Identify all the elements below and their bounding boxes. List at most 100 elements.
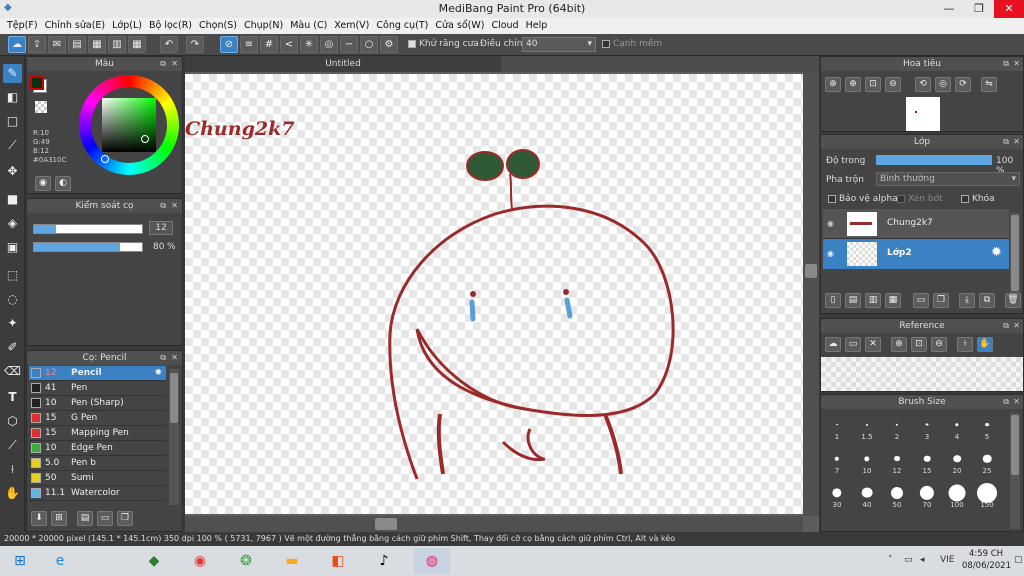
brush-size-value[interactable]: 12 bbox=[149, 221, 173, 235]
add-brush-icon[interactable]: ⬇ bbox=[31, 511, 47, 526]
redo-icon[interactable]: ↷ bbox=[186, 36, 204, 53]
float-icon[interactable]: ⧉ bbox=[160, 351, 166, 365]
merge-all-icon[interactable]: ⧉ bbox=[979, 293, 995, 308]
smooth-checkbox[interactable] bbox=[602, 39, 610, 48]
magic-wand-icon[interactable]: ✦ bbox=[3, 314, 22, 333]
chrome-icon[interactable]: ◉ bbox=[182, 548, 218, 574]
hue-handle[interactable] bbox=[101, 155, 109, 163]
brush-size-option[interactable]: 100 bbox=[942, 479, 972, 509]
antialias-option[interactable]: Khử răng cưa bbox=[408, 39, 479, 49]
merge-layer-icon[interactable]: ⤓ bbox=[959, 293, 975, 308]
float-icon[interactable]: ⧉ bbox=[160, 199, 166, 213]
brush-size-slider[interactable] bbox=[33, 224, 143, 234]
radial-snap-icon[interactable]: ✳ bbox=[300, 36, 318, 53]
brush-settings-gear-icon[interactable]: ✹ bbox=[154, 366, 162, 381]
eyedropper-icon[interactable]: ⟊ bbox=[957, 337, 973, 352]
menu-item[interactable]: Help bbox=[523, 18, 552, 34]
brush-size-option[interactable]: 10 bbox=[852, 445, 882, 475]
brush-size-option[interactable]: 3 bbox=[912, 411, 942, 441]
close-icon[interactable]: ✕ bbox=[171, 351, 178, 365]
office-icon[interactable]: ◧ bbox=[320, 548, 356, 574]
eyedropper-icon[interactable]: ⟊ bbox=[3, 460, 22, 479]
brush-size-option[interactable]: 150 bbox=[972, 479, 1002, 509]
brush-size-option[interactable]: 7 bbox=[822, 445, 852, 475]
menu-item[interactable]: Xem(V) bbox=[331, 18, 373, 34]
network-icon[interactable]: ▭ bbox=[904, 555, 913, 565]
brush-item[interactable]: 15 G Pen bbox=[29, 411, 166, 426]
minimize-icon[interactable]: — bbox=[934, 0, 964, 18]
blend-mode-select[interactable]: Bình thường ▾ bbox=[876, 172, 1020, 186]
snap-off-icon[interactable]: ⊘ bbox=[220, 36, 238, 53]
app-green-icon[interactable]: ❂ bbox=[228, 548, 264, 574]
layer-list-scrollbar[interactable] bbox=[1010, 213, 1020, 293]
brush-size-option[interactable]: 15 bbox=[912, 445, 942, 475]
brush-item[interactable]: 41 Pen bbox=[29, 381, 166, 396]
gradient-tool-icon[interactable]: ▣ bbox=[3, 238, 22, 257]
menu-item[interactable]: Lớp(L) bbox=[109, 18, 146, 34]
cloud-download-icon[interactable]: ☁ bbox=[825, 337, 841, 352]
menu-item[interactable]: Cloud bbox=[488, 18, 522, 34]
brush-item[interactable]: 50 Sumi bbox=[29, 471, 166, 486]
brush-opacity-slider[interactable] bbox=[33, 242, 143, 252]
brush-size-scrollbar[interactable] bbox=[1010, 413, 1020, 529]
color-history-icon[interactable]: ◐ bbox=[55, 176, 71, 191]
layer-settings-gear-icon[interactable]: ✹ bbox=[991, 245, 1002, 260]
hand-tool-icon[interactable]: ✋ bbox=[3, 484, 22, 503]
fill-rect-icon[interactable]: ■ bbox=[3, 190, 22, 209]
comment-icon[interactable]: ✉ bbox=[48, 36, 66, 53]
vanishing-snap-icon[interactable]: < bbox=[280, 36, 298, 53]
lock-checkbox[interactable] bbox=[961, 194, 969, 203]
bucket-tool-icon[interactable]: ◈ bbox=[3, 214, 22, 233]
menu-item[interactable]: Công cụ(T) bbox=[373, 18, 432, 34]
brush-size-option[interactable]: 2 bbox=[882, 411, 912, 441]
clock[interactable]: 4:59 CH 08/06/2021 bbox=[962, 548, 1011, 572]
brush-size-option[interactable]: 1.5 bbox=[852, 411, 882, 441]
layer-menu-icon[interactable]: ▦ bbox=[885, 293, 901, 308]
brush-size-option[interactable]: 1 bbox=[822, 411, 852, 441]
layer-opacity-slider[interactable] bbox=[876, 155, 992, 165]
medibang-taskbar-icon[interactable]: ◍ bbox=[414, 548, 450, 574]
zoom-out-icon[interactable]: ⊖ bbox=[931, 337, 947, 352]
rotate-right-icon[interactable]: ⟳ bbox=[955, 77, 971, 92]
menu-item[interactable]: Tệp(F) bbox=[4, 18, 42, 34]
new-halftone-layer-icon[interactable]: ▤ bbox=[845, 293, 861, 308]
drawing-canvas[interactable]: Chung2k7 bbox=[185, 74, 803, 514]
brush-size-option[interactable]: 30 bbox=[822, 479, 852, 509]
share-icon[interactable]: ⇪ bbox=[28, 36, 46, 53]
protect-alpha-option[interactable]: Bảo vệ alpha bbox=[828, 194, 898, 204]
brush-tool-icon[interactable]: ✎ bbox=[3, 64, 22, 83]
zoom-out-icon[interactable]: ⊖ bbox=[885, 77, 901, 92]
menu-item[interactable]: Bộ lọc(R) bbox=[146, 18, 196, 34]
canvas-vertical-scrollbar[interactable] bbox=[803, 72, 819, 516]
brush-size-option[interactable]: 50 bbox=[882, 479, 912, 509]
tab-untitled[interactable]: Untitled bbox=[185, 56, 501, 72]
folder-icon[interactable]: ▭ bbox=[97, 511, 113, 526]
transparent-color-swatch[interactable] bbox=[35, 101, 47, 113]
float-icon[interactable]: ⧉ bbox=[1003, 135, 1009, 149]
brush-size-option[interactable]: 25 bbox=[972, 445, 1002, 475]
brush-file-icon[interactable]: ▤ bbox=[77, 511, 93, 526]
open-folder-icon[interactable]: ▭ bbox=[845, 337, 861, 352]
hue-wheel[interactable] bbox=[79, 75, 179, 175]
select-rect-icon[interactable]: □ bbox=[3, 112, 22, 131]
close-reference-icon[interactable]: ✕ bbox=[865, 337, 881, 352]
volume-icon[interactable]: ◂ bbox=[920, 555, 925, 565]
brush-size-option[interactable]: 40 bbox=[852, 479, 882, 509]
float-icon[interactable]: ⧉ bbox=[1003, 395, 1009, 409]
duplicate-icon[interactable]: ❐ bbox=[117, 511, 133, 526]
brush-size-option[interactable]: 12 bbox=[882, 445, 912, 475]
canvas-horizontal-scrollbar[interactable] bbox=[185, 516, 803, 532]
circle-snap-icon[interactable]: ◎ bbox=[320, 36, 338, 53]
ellipse-snap-icon[interactable]: ○ bbox=[360, 36, 378, 53]
smooth-option[interactable]: Cạnh mềm bbox=[602, 39, 662, 49]
navigator-thumbnail[interactable] bbox=[906, 97, 940, 131]
layer-folder-icon[interactable]: ▭ bbox=[913, 293, 929, 308]
brush-size-option[interactable]: 70 bbox=[912, 479, 942, 509]
operation-tool-icon[interactable]: ⬡ bbox=[3, 412, 22, 431]
brush-item[interactable]: 5.0 Pen b bbox=[29, 456, 166, 471]
select-eraser-icon[interactable]: ⌫ bbox=[3, 362, 22, 381]
close-icon[interactable]: ✕ bbox=[171, 57, 178, 71]
cloud-icon[interactable]: ☁ bbox=[8, 36, 26, 53]
antialias-checkbox[interactable] bbox=[408, 39, 416, 48]
ie-browser-icon[interactable]: e bbox=[42, 548, 78, 574]
